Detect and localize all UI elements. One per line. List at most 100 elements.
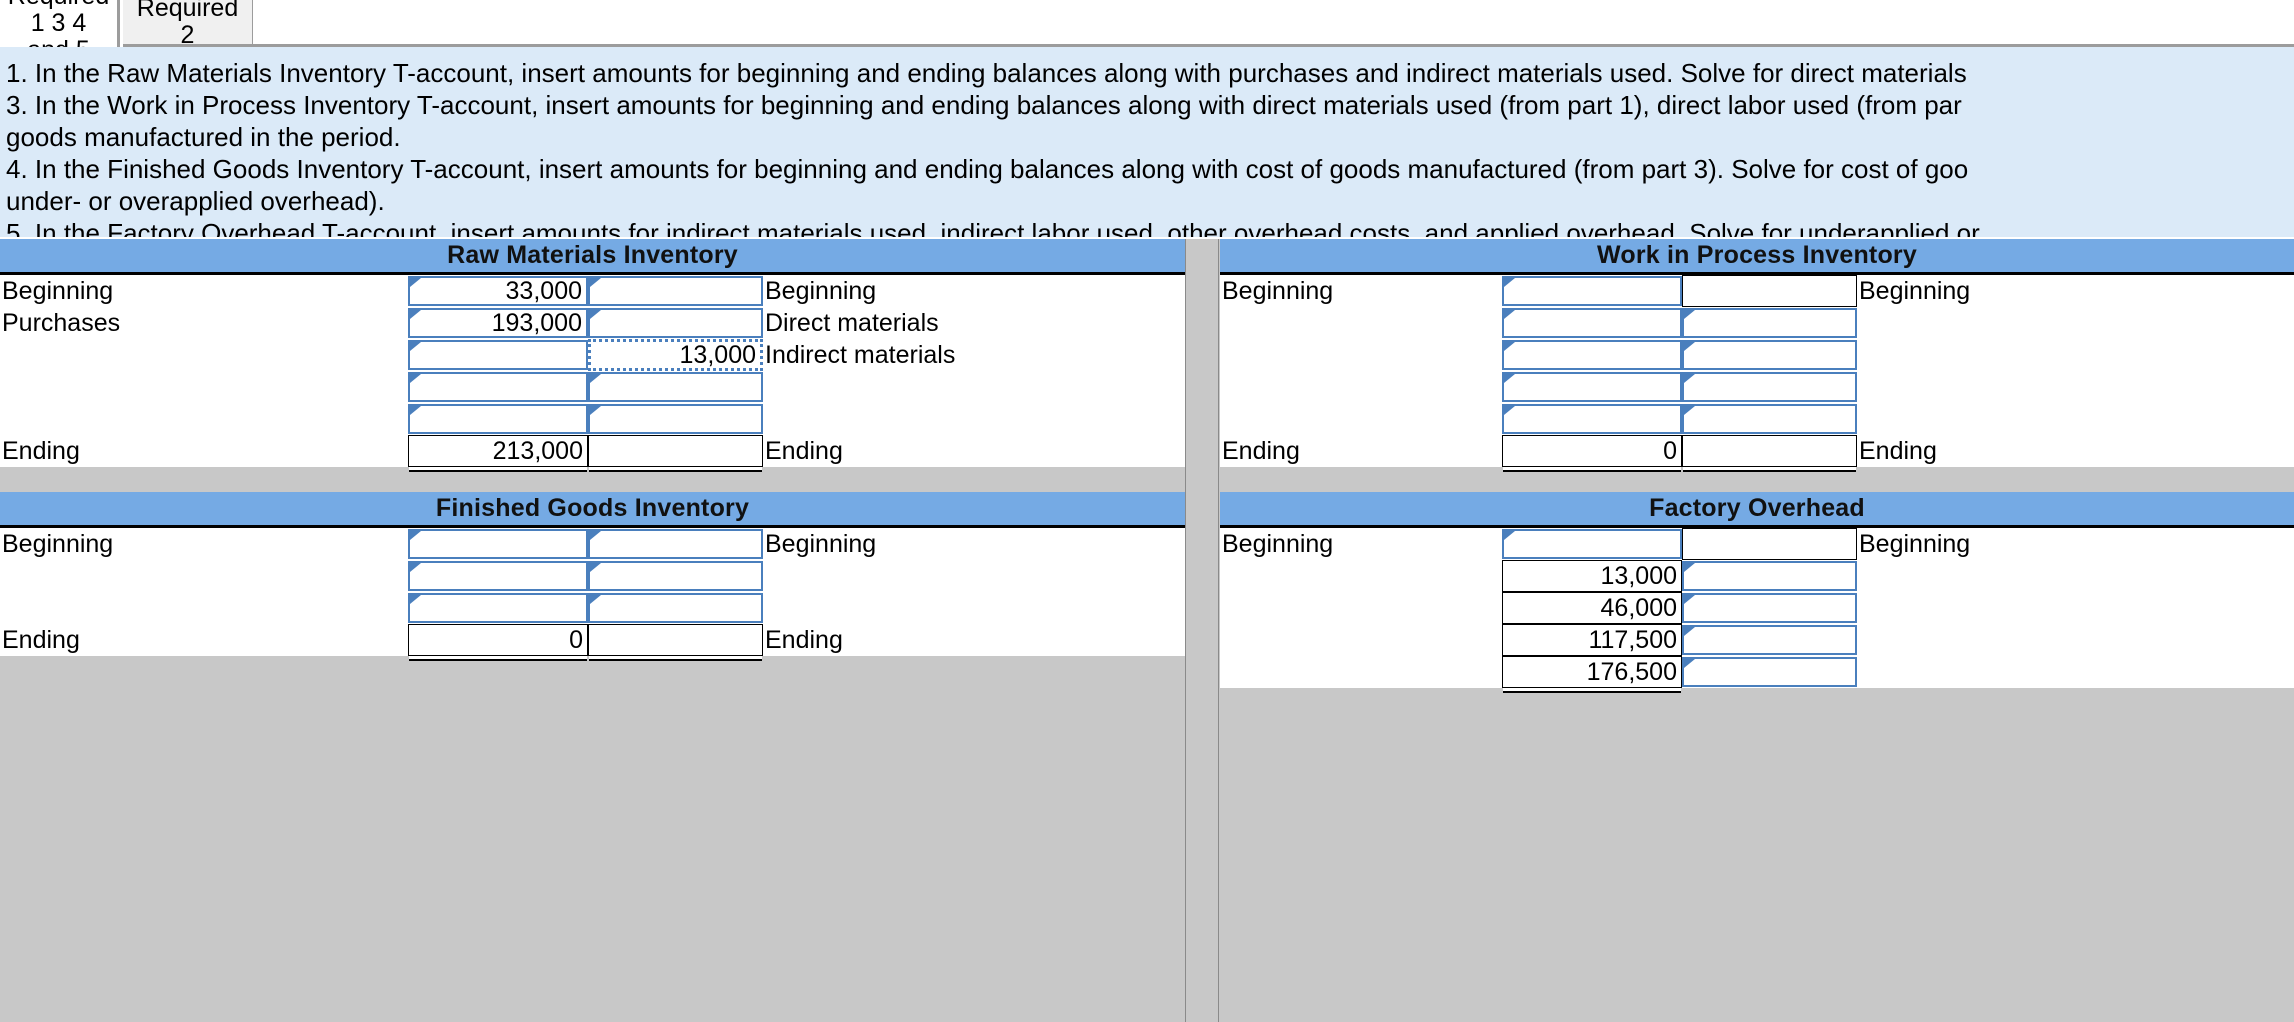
- row-left-label: [0, 592, 408, 624]
- t-account-row: Ending 213,000 Ending: [0, 435, 1185, 467]
- debit-cell[interactable]: [408, 561, 588, 591]
- credit-cell[interactable]: [1682, 561, 1857, 591]
- credit-cell[interactable]: [1682, 625, 1857, 655]
- t-account-title: Factory Overhead: [1220, 492, 2294, 528]
- credit-cell[interactable]: [588, 308, 763, 338]
- credit-cell: [1682, 275, 1857, 307]
- instructions-panel: 1. In the Raw Materials Inventory T-acco…: [0, 47, 2294, 237]
- row-right-label: Ending: [763, 435, 1185, 467]
- spreadsheet-exercise-page: Required 1 3 4 and 5 Required 2 1. In th…: [0, 0, 2294, 1022]
- t-account-row: Ending 0 Ending: [1220, 435, 2294, 467]
- credit-cell[interactable]: [588, 529, 763, 559]
- row-left-label: Beginning: [0, 528, 408, 560]
- credit-cell[interactable]: [588, 404, 763, 434]
- tab-label: Required 2: [136, 0, 239, 49]
- credit-cell[interactable]: [588, 276, 763, 306]
- row-left-label: Beginning: [1220, 528, 1502, 560]
- t-account-row: [1220, 403, 2294, 435]
- debit-cell[interactable]: [1502, 529, 1682, 559]
- tab-required-1-3-4-and-5[interactable]: Required 1 3 4 and 5: [0, 0, 120, 64]
- debit-cell: 0: [408, 624, 588, 656]
- t-account-row: [1220, 339, 2294, 371]
- row-right-label: [1857, 339, 2294, 371]
- row-left-label: [1220, 403, 1502, 435]
- debit-cell: 213,000: [408, 435, 588, 467]
- row-left-label: [0, 371, 408, 403]
- row-left-label: [1220, 624, 1502, 656]
- t-account-row: Purchases 193,000 Direct materials: [0, 307, 1185, 339]
- credit-cell[interactable]: 13,000: [588, 339, 763, 371]
- row-right-label: [763, 592, 1185, 624]
- credit-cell[interactable]: [1682, 593, 1857, 623]
- row-left-label: Beginning: [0, 275, 408, 307]
- instruction-line-5: 5. In the Factory Overhead T-account, in…: [6, 218, 1980, 237]
- row-right-label: [1857, 403, 2294, 435]
- debit-cell[interactable]: [1502, 308, 1682, 338]
- t-account-row: 13,000: [1220, 560, 2294, 592]
- row-right-label: [1857, 656, 2294, 688]
- row-right-label: [1857, 592, 2294, 624]
- credit-cell[interactable]: [1682, 308, 1857, 338]
- row-left-label: [1220, 592, 1502, 624]
- credit-cell[interactable]: [588, 372, 763, 402]
- right-pane: Work in Process Inventory Beginning Beginn…: [1220, 239, 2294, 1022]
- credit-cell[interactable]: [1682, 340, 1857, 370]
- pane-split-gutter[interactable]: [1185, 239, 1219, 1022]
- t-account-work-in-process-inventory: Work in Process Inventory Beginning Beginn…: [1220, 239, 2294, 467]
- t-account-finished-goods-inventory: Finished Goods Inventory Beginning Beginni…: [0, 492, 1185, 656]
- debit-cell: 13,000: [1502, 560, 1682, 592]
- row-right-label: Beginning: [1857, 275, 2294, 307]
- t-account-title: Finished Goods Inventory: [0, 492, 1185, 528]
- t-account-title: Raw Materials Inventory: [0, 239, 1185, 275]
- credit-cell[interactable]: [1682, 404, 1857, 434]
- debit-cell[interactable]: [408, 372, 588, 402]
- row-right-label: Ending: [763, 624, 1185, 656]
- t-account-row: 46,000: [1220, 592, 2294, 624]
- credit-cell[interactable]: [588, 561, 763, 591]
- debit-cell[interactable]: [1502, 276, 1682, 306]
- t-account-worksheet: Raw Materials Inventory Beginning 33,000 Be…: [0, 239, 2294, 1022]
- debit-cell: 0: [1502, 435, 1682, 467]
- credit-cell[interactable]: [1682, 657, 1857, 687]
- credit-cell: [588, 435, 763, 467]
- debit-cell: 46,000: [1502, 592, 1682, 624]
- debit-cell[interactable]: 193,000: [408, 308, 588, 338]
- instruction-line-1: 1. In the Raw Materials Inventory T-acco…: [6, 58, 1967, 88]
- credit-cell: [1682, 435, 1857, 467]
- instruction-line-3-cont: goods manufactured in the period.: [6, 122, 401, 152]
- debit-cell[interactable]: [408, 529, 588, 559]
- credit-cell[interactable]: [1682, 372, 1857, 402]
- debit-cell[interactable]: [1502, 404, 1682, 434]
- row-right-label: [763, 560, 1185, 592]
- t-account-raw-materials-inventory: Raw Materials Inventory Beginning 33,000 Be…: [0, 239, 1185, 467]
- debit-cell[interactable]: 33,000: [408, 276, 588, 306]
- credit-cell[interactable]: [588, 593, 763, 623]
- t-account-row: 117,500: [1220, 624, 2294, 656]
- debit-cell[interactable]: [408, 404, 588, 434]
- debit-cell[interactable]: [408, 340, 588, 370]
- t-account-row: 13,000 Indirect materials: [0, 339, 1185, 371]
- row-right-label: [1857, 624, 2294, 656]
- debit-cell: 176,500: [1502, 656, 1682, 688]
- worksheet-tab-strip: Required 1 3 4 and 5 Required 2: [0, 0, 2294, 64]
- t-account-row: Beginning Beginning: [0, 528, 1185, 560]
- t-account-title: Work in Process Inventory: [1220, 239, 2294, 275]
- debit-cell[interactable]: [408, 593, 588, 623]
- credit-cell: [588, 624, 763, 656]
- row-left-label: [1220, 339, 1502, 371]
- t-account-factory-overhead: Factory Overhead Beginning Beginning 13,000…: [1220, 492, 2294, 688]
- row-right-label: Beginning: [763, 275, 1185, 307]
- row-left-label: [1220, 371, 1502, 403]
- instruction-line-4: 4. In the Finished Goods Inventory T-acc…: [6, 154, 1969, 184]
- t-account-row: [0, 371, 1185, 403]
- t-account-row: [0, 592, 1185, 624]
- t-account-row: [0, 560, 1185, 592]
- debit-cell: 117,500: [1502, 624, 1682, 656]
- row-right-label: [1857, 307, 2294, 339]
- t-account-rows: Beginning Beginning 13,000 46,000 117,500 176…: [1220, 528, 2294, 688]
- row-left-label: [0, 560, 408, 592]
- debit-cell[interactable]: [1502, 340, 1682, 370]
- tab-required-2[interactable]: Required 2: [123, 0, 253, 49]
- row-left-label: Ending: [0, 435, 408, 467]
- debit-cell[interactable]: [1502, 372, 1682, 402]
